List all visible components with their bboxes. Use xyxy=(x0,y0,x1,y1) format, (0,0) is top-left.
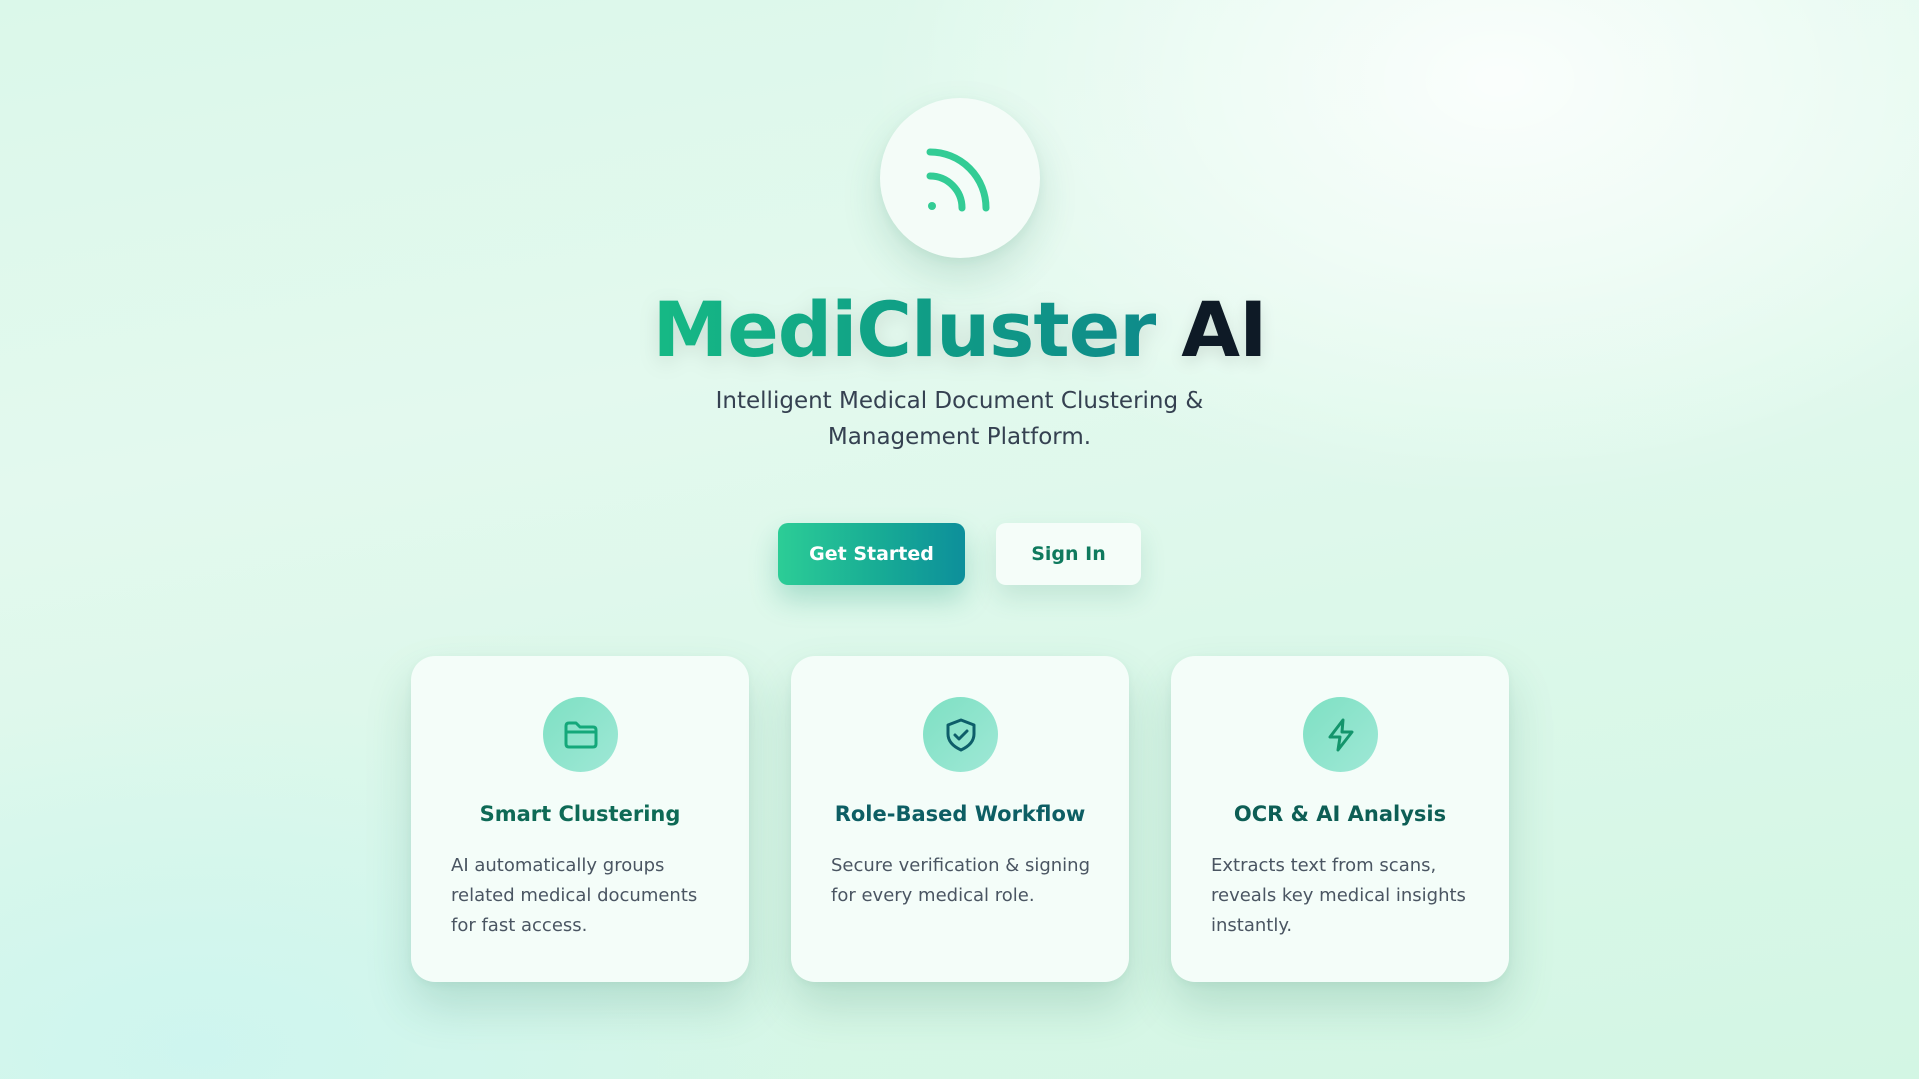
feature-description-line: related medical documents xyxy=(451,885,698,906)
logo xyxy=(880,98,1040,258)
feature-description-line: reveals key medical insights xyxy=(1211,885,1466,906)
title-brand-suffix: AI xyxy=(1181,285,1267,374)
page-subtitle: Intelligent Medical Document Clustering … xyxy=(0,383,1919,455)
feature-description-line: instantly. xyxy=(1211,915,1293,936)
feature-description-line: Extracts text from scans, xyxy=(1211,855,1437,876)
feature-description-line: AI automatically groups xyxy=(451,855,665,876)
sign-in-button[interactable]: Sign In xyxy=(996,523,1141,585)
title-brand-name: MediCluster xyxy=(652,285,1157,374)
feature-description: AI automatically groups related medical … xyxy=(451,851,721,941)
feature-description-line: Secure verification & signing xyxy=(831,855,1091,876)
subtitle-line: Intelligent Medical Document Clustering … xyxy=(715,388,1204,414)
feature-title: OCR & AI Analysis xyxy=(1233,802,1447,826)
feature-description: Extracts text from scans, reveals key me… xyxy=(1211,851,1481,941)
feature-card-smart-clustering: Smart Clustering AI automatically groups… xyxy=(411,656,749,982)
feature-card-ocr-ai-analysis: OCR & AI Analysis Extracts text from sca… xyxy=(1171,656,1509,982)
feature-icon-badge xyxy=(543,697,618,772)
feature-title: Smart Clustering xyxy=(479,802,681,826)
folder-icon xyxy=(564,721,597,748)
feature-description-line: for fast access. xyxy=(451,915,588,936)
feature-icon-badge xyxy=(923,697,998,772)
feature-description: Secure verification & signing for every … xyxy=(831,851,1101,911)
subtitle-line: Management Platform. xyxy=(827,424,1092,450)
shield-check-icon xyxy=(946,718,975,751)
feature-title: Role-Based Workflow xyxy=(834,802,1086,826)
rss-signal-icon xyxy=(926,148,990,212)
lightning-icon xyxy=(1328,718,1353,751)
page-title: MediCluster AI xyxy=(0,284,1919,376)
feature-icon-badge xyxy=(1303,697,1378,772)
feature-description-line: for every medical role. xyxy=(831,885,1035,906)
feature-card-role-based-workflow: Role-Based Workflow Secure verification … xyxy=(791,656,1129,982)
get-started-button[interactable]: Get Started xyxy=(778,523,965,585)
